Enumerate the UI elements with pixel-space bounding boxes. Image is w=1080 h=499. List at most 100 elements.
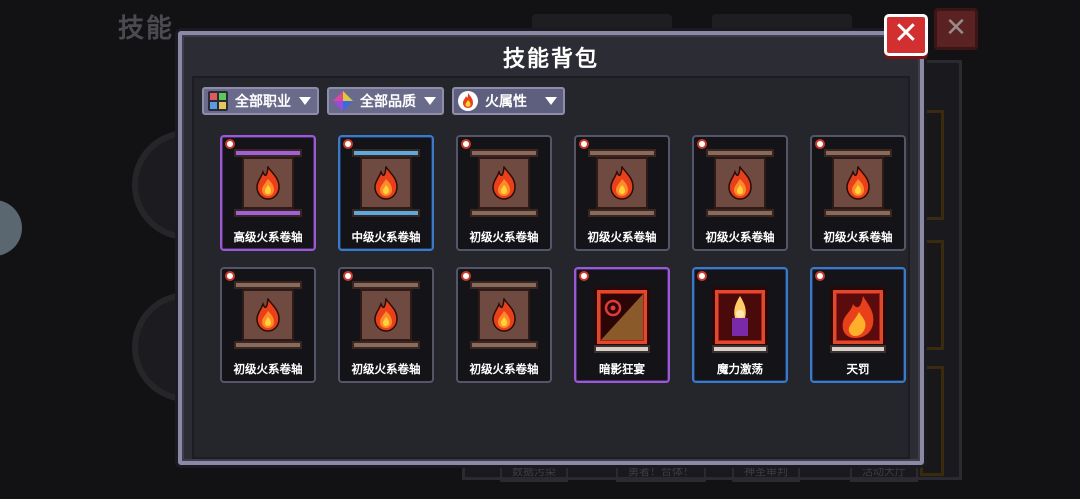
flame-icon: [846, 166, 870, 200]
scroll-rod: [470, 341, 538, 349]
scroll-rod: [470, 149, 538, 157]
fire-scroll-icon: [588, 147, 656, 223]
scroll-rod: [352, 281, 420, 289]
skill-item-card[interactable]: 魔力激荡: [692, 267, 788, 383]
scroll-rod: [470, 209, 538, 217]
skill-item-card[interactable]: 暗影狂宴: [574, 267, 670, 383]
skill-item-name: 初级火系卷轴: [469, 362, 539, 376]
skill-item-name: 中级火系卷轴: [351, 230, 421, 244]
scroll-rod: [824, 149, 892, 157]
fire-scroll-icon: [824, 147, 892, 223]
scroll-rod: [234, 149, 302, 157]
flame-icon: [256, 166, 280, 200]
element-filter-label: 火属性: [485, 94, 527, 110]
skill-item-name: 初级火系卷轴: [823, 230, 893, 244]
skill-item-card[interactable]: 高级火系卷轴: [220, 135, 316, 251]
flame-icon: [728, 166, 752, 200]
scroll-rod: [470, 281, 538, 289]
chevron-down-icon: [424, 97, 436, 105]
quality-gem-icon: [332, 90, 354, 112]
class-filter-label: 全部职业: [235, 94, 291, 110]
skill-book-icon: [706, 279, 774, 355]
flame-icon: [610, 166, 634, 200]
scroll-rod: [234, 341, 302, 349]
close-button[interactable]: ✕: [884, 14, 928, 56]
skill-item-name: 初级火系卷轴: [233, 362, 303, 376]
book-stand: [594, 345, 650, 353]
filter-bar: 全部职业 全部品质 火属性: [202, 87, 565, 115]
skill-item-card[interactable]: 初级火系卷轴: [456, 135, 552, 251]
dialog-title: 技能背包: [502, 47, 599, 72]
scroll-paper: [242, 289, 294, 341]
scroll-rod: [824, 209, 892, 217]
fire-scroll-icon: [234, 279, 302, 355]
scroll-rod: [588, 149, 656, 157]
skill-book-icon: [824, 279, 892, 355]
class-filter-dropdown[interactable]: 全部职业: [202, 87, 319, 115]
scroll-rod: [588, 209, 656, 217]
skill-item-card[interactable]: 初级火系卷轴: [574, 135, 670, 251]
scroll-rod: [352, 209, 420, 217]
flame-icon: [492, 298, 516, 332]
fire-scroll-icon: [706, 147, 774, 223]
skill-book-art: [712, 287, 768, 347]
scroll-paper: [714, 157, 766, 209]
quality-filter-dropdown[interactable]: 全部品质: [327, 87, 444, 115]
skill-item-name: 高级火系卷轴: [233, 230, 303, 244]
scroll-rod: [706, 209, 774, 217]
scroll-paper: [360, 289, 412, 341]
book-stand: [712, 345, 768, 353]
skill-bag-panel: 全部职业 全部品质 火属性 高级火系卷轴 中级火系卷轴 初级火系卷轴 初级火系卷…: [192, 76, 910, 459]
fire-element-icon: [457, 90, 479, 112]
scroll-rod: [352, 341, 420, 349]
background-avatar: [0, 200, 22, 256]
scroll-rod: [352, 149, 420, 157]
scroll-paper: [832, 157, 884, 209]
scroll-paper: [242, 157, 294, 209]
fire-scroll-icon: [470, 147, 538, 223]
book-stand: [830, 345, 886, 353]
skill-item-name: 天罚: [846, 362, 870, 376]
class-grid-icon: [207, 90, 229, 112]
background-tab: 数据污染: [500, 462, 568, 482]
skill-item-card[interactable]: 初级火系卷轴: [810, 135, 906, 251]
scroll-paper: [478, 157, 530, 209]
background-page-title: 技能: [118, 14, 175, 44]
skill-book-art: [594, 287, 650, 347]
background-tab: 活动大厅: [850, 462, 918, 482]
flame-icon: [374, 298, 398, 332]
chevron-down-icon: [545, 97, 557, 105]
skill-book-icon: [588, 279, 656, 355]
quality-filter-label: 全部品质: [360, 94, 416, 110]
scroll-rod: [234, 281, 302, 289]
skill-bag-dialog: 技能背包 全部职业 全部品质 火属性 高级火系卷轴 中级火系卷轴 初级火系卷轴 …: [178, 31, 924, 465]
fire-scroll-icon: [352, 147, 420, 223]
background-tab: 神圣审判: [732, 462, 800, 482]
fire-scroll-icon: [470, 279, 538, 355]
fire-scroll-icon: [234, 147, 302, 223]
scroll-rod: [234, 209, 302, 217]
flame-icon: [374, 166, 398, 200]
skill-item-card[interactable]: 中级火系卷轴: [338, 135, 434, 251]
flame-icon: [492, 166, 516, 200]
close-icon: ✕: [893, 16, 919, 51]
skill-item-card[interactable]: 天罚: [810, 267, 906, 383]
skill-item-card[interactable]: 初级火系卷轴: [338, 267, 434, 383]
skill-item-name: 初级火系卷轴: [469, 230, 539, 244]
skill-item-name: 暗影狂宴: [599, 362, 645, 376]
skill-item-name: 初级火系卷轴: [587, 230, 657, 244]
chevron-down-icon: [299, 97, 311, 105]
skill-item-card[interactable]: 初级火系卷轴: [220, 267, 316, 383]
skill-item-name: 魔力激荡: [717, 362, 763, 376]
element-filter-dropdown[interactable]: 火属性: [452, 87, 565, 115]
skill-item-name: 初级火系卷轴: [705, 230, 775, 244]
flame-icon: [256, 298, 280, 332]
scroll-paper: [596, 157, 648, 209]
fire-scroll-icon: [352, 279, 420, 355]
skill-item-card[interactable]: 初级火系卷轴: [692, 135, 788, 251]
game-screen: 技能 ✕ 数据污染 勇者！合体！ 神圣审判 活动大厅 技能背包 全部职业 全部品…: [0, 0, 1080, 499]
skill-item-card[interactable]: 初级火系卷轴: [456, 267, 552, 383]
scroll-rod: [706, 149, 774, 157]
scroll-paper: [360, 157, 412, 209]
scroll-paper: [478, 289, 530, 341]
